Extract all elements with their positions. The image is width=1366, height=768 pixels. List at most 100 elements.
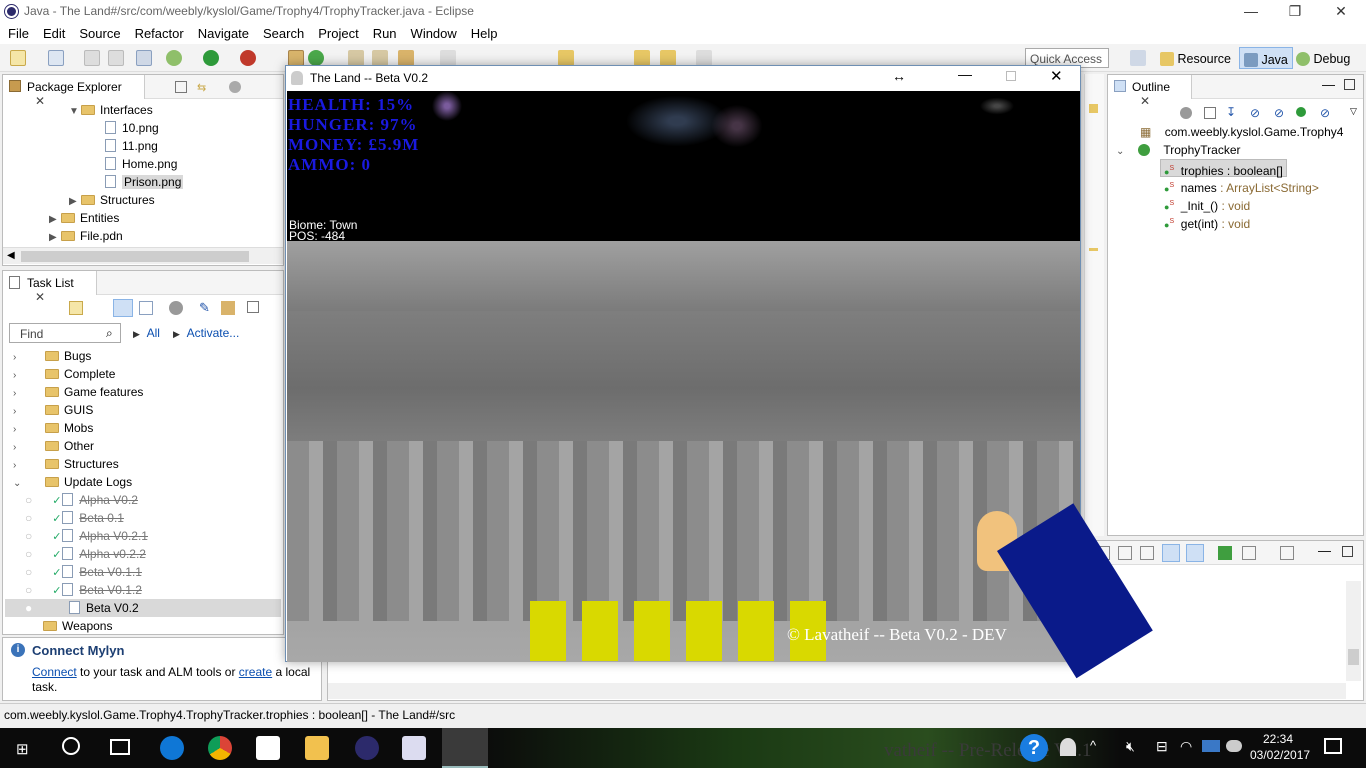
task-category[interactable]: › Complete: [13, 365, 115, 383]
menu-search[interactable]: Search: [255, 24, 310, 41]
hide-fields-icon[interactable]: ⊘: [1250, 106, 1260, 120]
onedrive-icon[interactable]: [1202, 740, 1220, 752]
next-annotation-icon[interactable]: [558, 50, 574, 66]
cortana-icon[interactable]: [62, 737, 80, 755]
perspective-debug[interactable]: Debug: [1296, 49, 1350, 69]
focus-icon[interactable]: [1180, 107, 1192, 119]
task-category[interactable]: ⌄ Update Logs: [13, 473, 132, 491]
menu-help[interactable]: Help: [463, 24, 504, 41]
run-icon[interactable]: [203, 50, 219, 66]
task-item-selected[interactable]: ● Beta V0.2: [5, 599, 281, 617]
restore-button[interactable]: ❐: [1272, 0, 1318, 24]
tree-item[interactable]: ▶ File.pdn: [49, 227, 123, 245]
menu-refactor[interactable]: Refactor: [127, 24, 190, 41]
paint-icon[interactable]: [402, 736, 426, 760]
tree-item[interactable]: ▶ Structures: [69, 191, 155, 209]
menu-edit[interactable]: Edit: [35, 24, 71, 41]
outline-member[interactable]: ●S names : ArrayList<String>: [1164, 177, 1319, 195]
task-category[interactable]: › Other: [13, 437, 94, 455]
clock-time[interactable]: 22:34: [1263, 732, 1293, 746]
scroll-lock-icon[interactable]: [1118, 546, 1132, 560]
close-tab-icon[interactable]: ✕: [1140, 94, 1150, 108]
perspective-resource[interactable]: Resource: [1160, 49, 1231, 69]
outline-member[interactable]: ●S _Init_() : void: [1164, 195, 1250, 213]
show-on-error-icon[interactable]: [1186, 544, 1204, 562]
perspective-java[interactable]: Java: [1239, 47, 1293, 69]
collapse-all-icon[interactable]: [175, 81, 187, 93]
tab-task-list[interactable]: Task List ✕: [3, 271, 97, 304]
task-category[interactable]: › Structures: [13, 455, 119, 473]
show-hidden-icons[interactable]: ^: [1090, 738, 1096, 753]
open-type-icon[interactable]: [348, 50, 364, 66]
menu-run[interactable]: Run: [365, 24, 403, 41]
open-perspective-icon[interactable]: [1130, 50, 1146, 66]
horizontal-scrollbar[interactable]: [328, 683, 1346, 699]
find-input[interactable]: Find ⌕: [9, 323, 121, 343]
tree-item[interactable]: ▼ Interfaces: [69, 101, 153, 119]
game-maximize-button[interactable]: [1006, 71, 1016, 81]
overview-ruler[interactable]: [1084, 74, 1104, 536]
minimize-view-icon[interactable]: —: [1318, 543, 1331, 558]
connect-link[interactable]: Connect: [32, 665, 77, 679]
tab-package-explorer[interactable]: Package Explorer ✕: [3, 75, 145, 108]
tree-item[interactable]: ▶ Entities: [49, 209, 119, 227]
run-external-icon[interactable]: [240, 50, 256, 66]
game-minimize-button[interactable]: —: [958, 66, 972, 82]
chrome-icon[interactable]: [208, 736, 232, 760]
windows-start-icon[interactable]: ⊞: [16, 740, 29, 758]
task-category[interactable]: Weapons: [43, 617, 112, 635]
task-view-icon[interactable]: [110, 739, 130, 755]
categorized-icon[interactable]: [113, 299, 133, 317]
back-icon[interactable]: [660, 50, 676, 66]
tab-outline[interactable]: Outline ✕: [1108, 75, 1192, 108]
show-on-output-icon[interactable]: [1162, 544, 1180, 562]
task-item[interactable]: ○ ✓ Beta V0.1.2: [25, 581, 142, 599]
save-all-icon[interactable]: [108, 50, 124, 66]
outline-package[interactable]: ▦ com.weebly.kyslol.Game.Trophy4: [1140, 123, 1343, 141]
activate-link[interactable]: ▶ Activate...: [173, 326, 239, 340]
focus-icon[interactable]: [169, 301, 183, 315]
maximize-view-icon[interactable]: [1344, 79, 1355, 90]
hide-nonpublic-icon[interactable]: [1296, 107, 1306, 117]
pin-console-icon[interactable]: [1218, 546, 1232, 560]
task-item[interactable]: ○ ✓ Beta 0.1: [25, 509, 124, 527]
store-icon[interactable]: [256, 736, 280, 760]
maximize-view-icon[interactable]: [1342, 546, 1353, 557]
task-category[interactable]: › Mobs: [13, 419, 93, 437]
scrollbar-thumb[interactable]: [21, 251, 249, 262]
horizontal-scrollbar[interactable]: ◀: [3, 247, 283, 264]
vertical-scrollbar[interactable]: [1346, 581, 1361, 681]
new-java-package-icon[interactable]: [288, 50, 304, 66]
outline-class[interactable]: ⌄ TrophyTracker: [1116, 141, 1241, 159]
task-item[interactable]: ○ ✓ Alpha V0.2.1: [25, 527, 148, 545]
open-task-icon[interactable]: [372, 50, 388, 66]
task-category[interactable]: › Bugs: [13, 347, 91, 365]
file-explorer-icon[interactable]: [305, 736, 329, 760]
task-item[interactable]: ○ ✓ Alpha v0.2.2: [25, 545, 146, 563]
tree-item[interactable]: Home.png: [105, 155, 177, 173]
word-wrap-icon[interactable]: [1140, 546, 1154, 560]
skip-breakpoints-icon[interactable]: [136, 50, 152, 66]
close-tab-icon[interactable]: ✕: [35, 94, 45, 108]
task-item[interactable]: ○ ✓ Alpha V0.2: [25, 491, 138, 509]
game-window[interactable]: The Land -- Beta V0.2 ↔ — ✕ HEALTH: 15% …: [285, 65, 1153, 679]
task-item[interactable]: ○ ✓ Beta V0.1.1: [25, 563, 142, 581]
last-edit-icon[interactable]: [634, 50, 650, 66]
action-center-icon[interactable]: [1324, 738, 1342, 754]
view-menu-icon[interactable]: ▽: [1350, 106, 1357, 117]
scrollbar-thumb[interactable]: [1348, 649, 1359, 665]
outline-member[interactable]: ●S get(int) : void: [1164, 213, 1250, 231]
new-icon[interactable]: [10, 50, 26, 66]
menu-project[interactable]: Project: [310, 24, 364, 41]
network-icon[interactable]: ⊟: [1156, 738, 1168, 755]
clock-date[interactable]: 03/02/2017: [1250, 748, 1310, 762]
hide-static-icon[interactable]: ⊘: [1274, 106, 1284, 120]
open-console-icon[interactable]: [1280, 546, 1294, 560]
annotation-icon[interactable]: [440, 50, 456, 66]
scheduled-icon[interactable]: [139, 301, 153, 315]
link-editor-icon[interactable]: ⇆: [197, 81, 209, 94]
eclipse-taskbar-icon[interactable]: [355, 736, 379, 760]
help-icon[interactable]: ?: [1020, 734, 1048, 762]
minimize-button[interactable]: —: [1228, 0, 1274, 24]
game-close-button[interactable]: ✕: [1050, 67, 1063, 85]
